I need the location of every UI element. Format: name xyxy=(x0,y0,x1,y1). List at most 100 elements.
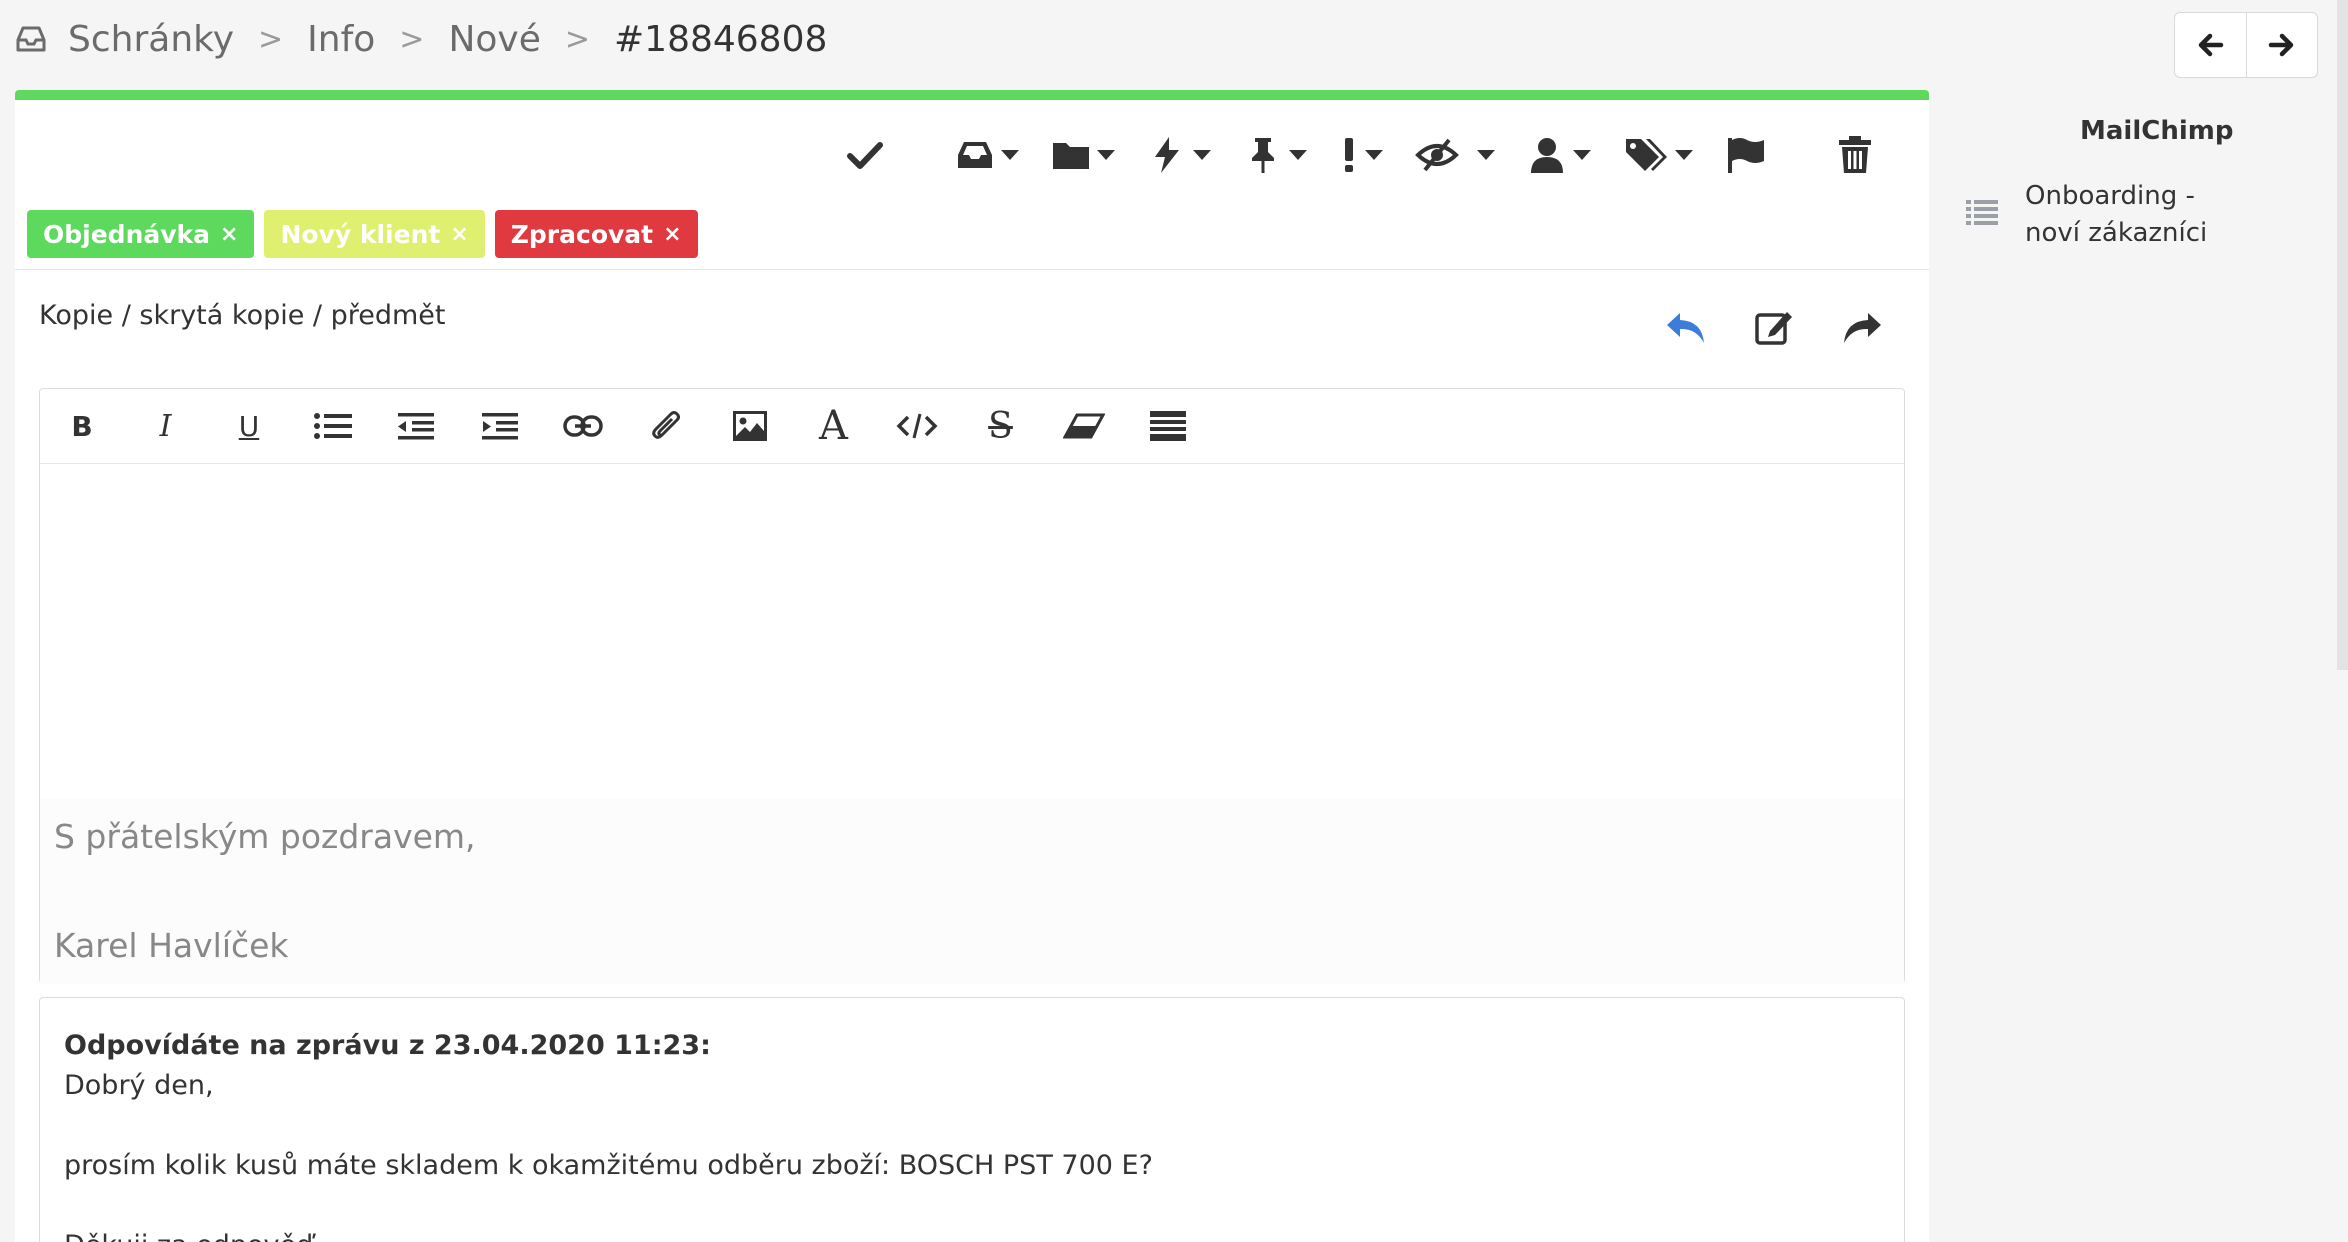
chevron-down-icon xyxy=(1365,150,1383,160)
delete-button[interactable] xyxy=(1821,126,1889,184)
template-icon xyxy=(1149,411,1186,441)
breadcrumb-separator: > xyxy=(258,21,284,57)
tag-novy-klient[interactable]: Nový klient × xyxy=(264,210,485,258)
bolt-icon xyxy=(1155,137,1179,173)
integration-title: MailChimp xyxy=(2080,116,2234,146)
note-button[interactable] xyxy=(1752,305,1796,349)
pin-icon xyxy=(1252,138,1274,173)
indent-icon xyxy=(481,413,518,440)
next-ticket-button[interactable] xyxy=(2245,13,2318,77)
bold-button[interactable]: B xyxy=(54,398,110,454)
tag-zpracovat[interactable]: Zpracovat × xyxy=(494,210,698,258)
tag-label: Nový klient xyxy=(280,219,441,249)
folder-icon xyxy=(1053,143,1089,169)
assignee-dropdown[interactable] xyxy=(1511,126,1607,184)
outdent-icon xyxy=(398,413,434,440)
signature-greeting: S přátelským pozdravem, xyxy=(54,817,476,856)
editor-toolbar: B I U A S xyxy=(40,389,1904,464)
inbox-icon[interactable] xyxy=(14,22,48,56)
cc-bcc-subject-toggle[interactable]: Kopie / skrytá kopie / předmět xyxy=(39,300,446,331)
tag-label: Objednávka xyxy=(43,219,211,249)
tags-icon xyxy=(1626,139,1667,171)
reply-icon xyxy=(1667,313,1704,343)
editor-body[interactable] xyxy=(40,464,1904,799)
breadcrumb-item-nove[interactable]: Nové xyxy=(448,19,540,60)
chevron-down-icon xyxy=(1477,150,1495,160)
indent-button[interactable] xyxy=(472,398,528,454)
chevron-down-icon xyxy=(1001,150,1019,160)
automation-dropdown[interactable] xyxy=(1131,126,1227,184)
code-button[interactable] xyxy=(889,398,945,454)
reply-mode-actions xyxy=(1664,305,1884,349)
breadcrumb-separator: > xyxy=(564,21,590,57)
outdent-button[interactable] xyxy=(388,398,444,454)
ticket-number: #18846808 xyxy=(614,18,828,60)
quote-body: prosím kolik kusů máte skladem k okamžit… xyxy=(64,1150,1153,1181)
underline-button[interactable]: U xyxy=(221,398,277,454)
tag-label: Zpracovat xyxy=(510,219,654,249)
chevron-down-icon xyxy=(1573,150,1591,160)
chevron-down-icon xyxy=(1097,150,1115,160)
ticket-navigation xyxy=(2174,12,2318,78)
bullet-list-button[interactable] xyxy=(305,398,361,454)
chevron-down-icon xyxy=(1289,150,1307,160)
ticket-tags: Objednávka × Nový klient × Zpracovat × xyxy=(27,210,698,258)
strikethrough-button[interactable]: S xyxy=(973,398,1029,454)
remove-tag-icon[interactable]: × xyxy=(450,222,468,247)
attachment-icon xyxy=(651,411,680,439)
font-button[interactable]: A xyxy=(806,398,862,454)
flag-button[interactable] xyxy=(1709,126,1783,184)
divider xyxy=(15,269,1929,270)
page: Schránky > Info > Nové > #18846808 Objed… xyxy=(0,0,2348,1242)
mailbox-dropdown[interactable] xyxy=(939,126,1035,184)
folder-dropdown[interactable] xyxy=(1035,126,1131,184)
forward-button[interactable] xyxy=(1840,305,1884,349)
arrow-left-icon xyxy=(2199,33,2224,57)
forward-icon xyxy=(1844,313,1881,343)
breadcrumb-item-info[interactable]: Info xyxy=(307,19,375,60)
check-icon xyxy=(847,142,883,169)
eraser-icon xyxy=(1063,413,1105,439)
tag-objednavka[interactable]: Objednávka × xyxy=(27,210,255,258)
breadcrumb-separator: > xyxy=(399,21,425,57)
exclamation-icon xyxy=(1345,138,1353,172)
breadcrumb-item-schranky[interactable]: Schránky xyxy=(68,19,234,60)
signature-name: Karel Havlíček xyxy=(54,926,289,965)
quoted-message: Odpovídáte na zprávu z 23.04.2020 11:23:… xyxy=(39,997,1905,1242)
inbox-icon xyxy=(958,142,992,168)
quote-closing: Děkuji za odpověď xyxy=(64,1226,1904,1242)
priority-dropdown[interactable] xyxy=(1323,126,1399,184)
scrollbar[interactable] xyxy=(2337,0,2348,670)
edit-icon xyxy=(1755,312,1792,345)
list-icon xyxy=(1966,200,1998,225)
user-icon xyxy=(1531,138,1563,173)
remove-tag-icon[interactable]: × xyxy=(663,222,681,247)
sidebar-item-label: Onboarding - noví zákazníci xyxy=(2025,181,2208,248)
flag-icon xyxy=(1728,138,1764,173)
resolve-button[interactable] xyxy=(829,126,901,184)
template-button[interactable] xyxy=(1140,398,1196,454)
remove-tag-icon[interactable]: × xyxy=(220,222,238,247)
reply-editor: B I U A S S přátelským pozdravem, Karel … xyxy=(39,388,1905,984)
arrow-right-icon xyxy=(2268,33,2293,57)
previous-ticket-button[interactable] xyxy=(2175,13,2246,77)
quote-header: Odpovídáte na zprávu z 23.04.2020 11:23: xyxy=(64,1030,711,1061)
pin-dropdown[interactable] xyxy=(1227,126,1323,184)
attachment-button[interactable] xyxy=(639,398,695,454)
clear-formatting-button[interactable] xyxy=(1056,398,1112,454)
code-icon xyxy=(896,413,938,439)
italic-button[interactable]: I xyxy=(138,398,194,454)
reply-button[interactable] xyxy=(1664,305,1708,349)
eye-slash-icon xyxy=(1415,138,1459,172)
chevron-down-icon xyxy=(1193,150,1211,160)
visibility-dropdown[interactable] xyxy=(1399,126,1511,184)
image-button[interactable] xyxy=(722,398,778,454)
tags-dropdown[interactable] xyxy=(1607,126,1709,184)
image-icon xyxy=(733,411,767,441)
signature: S přátelským pozdravem, Karel Havlíček xyxy=(40,799,1904,984)
link-button[interactable] xyxy=(555,398,611,454)
link-icon xyxy=(563,415,603,437)
trash-icon xyxy=(1839,136,1871,173)
sidebar-item-onboarding[interactable]: Onboarding - noví zákazníci xyxy=(1965,178,2255,252)
chevron-down-icon xyxy=(1675,150,1693,160)
